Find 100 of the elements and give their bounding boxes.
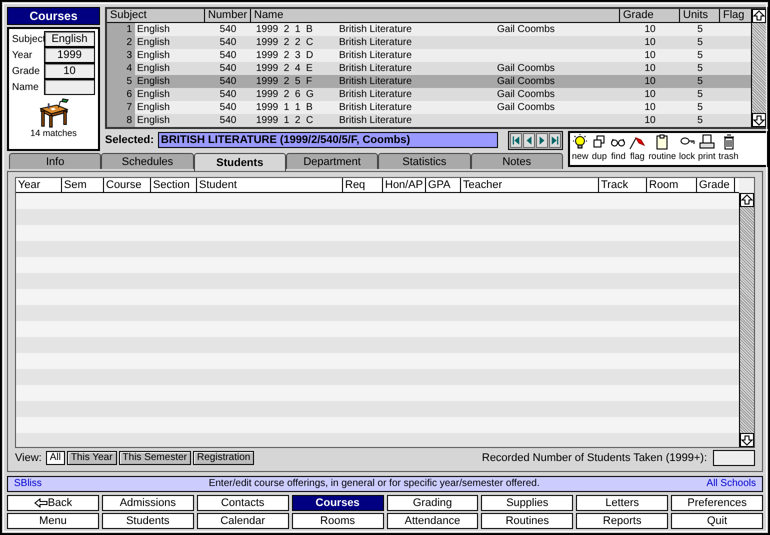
tab[interactable]: Department xyxy=(286,153,378,169)
course-row[interactable]: 5 English 540 1999 2 5 F British Literature Gail Coombs 10 5 xyxy=(107,75,751,88)
tab[interactable]: Notes xyxy=(470,153,563,169)
tab[interactable]: Schedules xyxy=(101,153,194,169)
column-header[interactable]: Sem xyxy=(62,178,104,192)
scroll-up-icon[interactable] xyxy=(752,9,766,23)
nav-button[interactable]: Quit xyxy=(671,513,763,529)
table-cell-text: Gail Coombs xyxy=(497,88,556,101)
row-number: 8 xyxy=(107,114,135,127)
course-row[interactable]: 6 English 540 1999 2 6 G British Literature Gail Coombs 10 5 xyxy=(107,88,751,101)
table-cell-text: 540 xyxy=(218,49,238,62)
table-cell-text: British Literature xyxy=(339,101,413,114)
toolbar-button[interactable]: new xyxy=(572,134,588,164)
toolbar-button[interactable]: routine xyxy=(648,134,676,164)
table-cell-text: 540 xyxy=(218,114,238,127)
last-record-icon[interactable] xyxy=(548,132,561,148)
toolbar-button[interactable]: find xyxy=(610,134,626,164)
filter-button[interactable]: This Semester xyxy=(118,451,191,465)
nav-button[interactable]: Rooms xyxy=(292,513,384,529)
nav-button[interactable]: Grading xyxy=(386,495,478,511)
column-header[interactable]: Track xyxy=(599,178,647,192)
column-header[interactable]: Room xyxy=(647,178,697,192)
nav-button[interactable]: Attendance xyxy=(386,513,478,529)
scroll-down-icon[interactable] xyxy=(752,113,766,127)
toolbar-button[interactable]: print xyxy=(698,134,716,164)
table-cell-text: 10 xyxy=(643,36,657,49)
course-row[interactable]: 8 English 540 1999 1 2 C British Literature 10 5 xyxy=(107,114,751,127)
row-number: 7 xyxy=(107,101,135,114)
column-header[interactable]: Student xyxy=(197,178,343,192)
table-cell-text: 5 xyxy=(696,62,704,75)
course-row[interactable]: 1 English 540 1999 2 1 B British Literature Gail Coombs 10 5 xyxy=(107,23,751,36)
nav-button[interactable]: Letters xyxy=(576,495,668,511)
table-cell-text: 10 xyxy=(643,62,657,75)
column-header[interactable]: Course xyxy=(104,178,151,192)
column-header[interactable]: Year xyxy=(16,178,62,192)
toolbar-button[interactable]: flag xyxy=(629,134,646,164)
toolbar-button[interactable]: lock xyxy=(678,134,695,164)
duplicate-icon xyxy=(591,134,608,150)
filter-button[interactable]: All xyxy=(46,451,65,465)
nav-button[interactable]: Routines xyxy=(481,513,574,529)
search-field[interactable]: English xyxy=(44,31,95,47)
table-cell-text: 540 xyxy=(218,23,238,36)
nav-button[interactable]: Back xyxy=(7,495,99,511)
nav-button[interactable]: Menu xyxy=(7,513,99,529)
lightbulb-icon xyxy=(572,134,588,150)
table-cell-text: 540 xyxy=(218,101,238,114)
column-header[interactable]: Req xyxy=(343,178,383,192)
column-header[interactable]: Section xyxy=(151,178,197,192)
recorded-field[interactable] xyxy=(713,450,755,466)
column-header[interactable]: Teacher xyxy=(461,178,599,192)
column-header[interactable]: Hon/AP xyxy=(383,178,426,192)
course-row[interactable]: 3 English 540 1999 2 3 D British Literature 10 5 xyxy=(107,49,751,62)
previous-record-icon[interactable] xyxy=(522,132,535,148)
column-header[interactable]: GPA xyxy=(426,178,461,192)
next-record-icon[interactable] xyxy=(536,132,548,148)
course-row[interactable]: 7 English 540 1999 1 1 B British Literature Gail Coombs 10 5 xyxy=(107,101,751,114)
column-header[interactable]: Number xyxy=(205,9,251,22)
column-header[interactable]: Name xyxy=(251,9,620,22)
column-header[interactable]: Subject xyxy=(107,9,205,22)
search-field[interactable] xyxy=(44,79,95,95)
scroll-down-icon[interactable] xyxy=(740,433,754,447)
course-row[interactable]: 4 English 540 1999 2 4 E British Literature Gail Coombs 10 5 xyxy=(107,62,751,75)
selected-field: BRITISH LITERATURE (1999/2/540/5/F, Coombs) xyxy=(158,132,498,148)
table-cell-text: 5 xyxy=(696,88,704,101)
scroll-up-icon[interactable] xyxy=(740,193,754,207)
search-field[interactable]: 10 xyxy=(44,63,95,79)
toolbar-button[interactable]: dup xyxy=(591,134,608,164)
table-cell-text: 1999 2 2 C xyxy=(255,36,314,49)
toolbar-button[interactable]: trash xyxy=(718,134,739,164)
table-cell-text: 1999 2 3 D xyxy=(255,49,314,62)
tab[interactable]: Statistics xyxy=(378,153,471,169)
first-record-icon[interactable] xyxy=(510,132,522,148)
nav-button[interactable]: Calendar xyxy=(196,513,289,529)
nav-button[interactable]: Supplies xyxy=(481,495,574,511)
nav-button[interactable]: Admissions xyxy=(102,495,194,511)
table-cell-text: Gail Coombs xyxy=(497,75,556,88)
table-cell-text: 10 xyxy=(643,75,657,88)
tab[interactable]: Students xyxy=(194,153,286,171)
nav-button[interactable]: Preferences xyxy=(671,495,763,511)
tab[interactable]: Info xyxy=(9,153,102,169)
panel-title: Courses xyxy=(7,7,100,25)
nav-button[interactable]: Students xyxy=(102,513,194,529)
table-cell-text: 5 xyxy=(696,75,704,88)
row-number: 2 xyxy=(107,36,135,49)
column-header[interactable]: Grade xyxy=(620,9,680,22)
filter-button[interactable]: Registration xyxy=(193,451,254,465)
column-header[interactable]: Grade xyxy=(697,178,735,192)
nav-button[interactable]: Reports xyxy=(576,513,668,529)
search-field[interactable]: 1999 xyxy=(44,47,95,63)
table-cell-text: British Literature xyxy=(339,114,413,127)
course-row[interactable]: 2 English 540 1999 2 2 C British Literature 10 5 xyxy=(107,36,751,49)
school-scope[interactable]: All Schools xyxy=(706,477,756,491)
nav-button[interactable]: Courses xyxy=(292,495,384,511)
scrollbar[interactable] xyxy=(739,193,754,447)
scrollbar[interactable] xyxy=(750,9,766,127)
table-cell-text: English xyxy=(136,101,171,114)
nav-button[interactable]: Contacts xyxy=(196,495,289,511)
filter-button[interactable]: This Year xyxy=(66,451,117,465)
column-header[interactable]: Units xyxy=(680,9,720,22)
column-header[interactable]: Flag xyxy=(720,9,749,22)
